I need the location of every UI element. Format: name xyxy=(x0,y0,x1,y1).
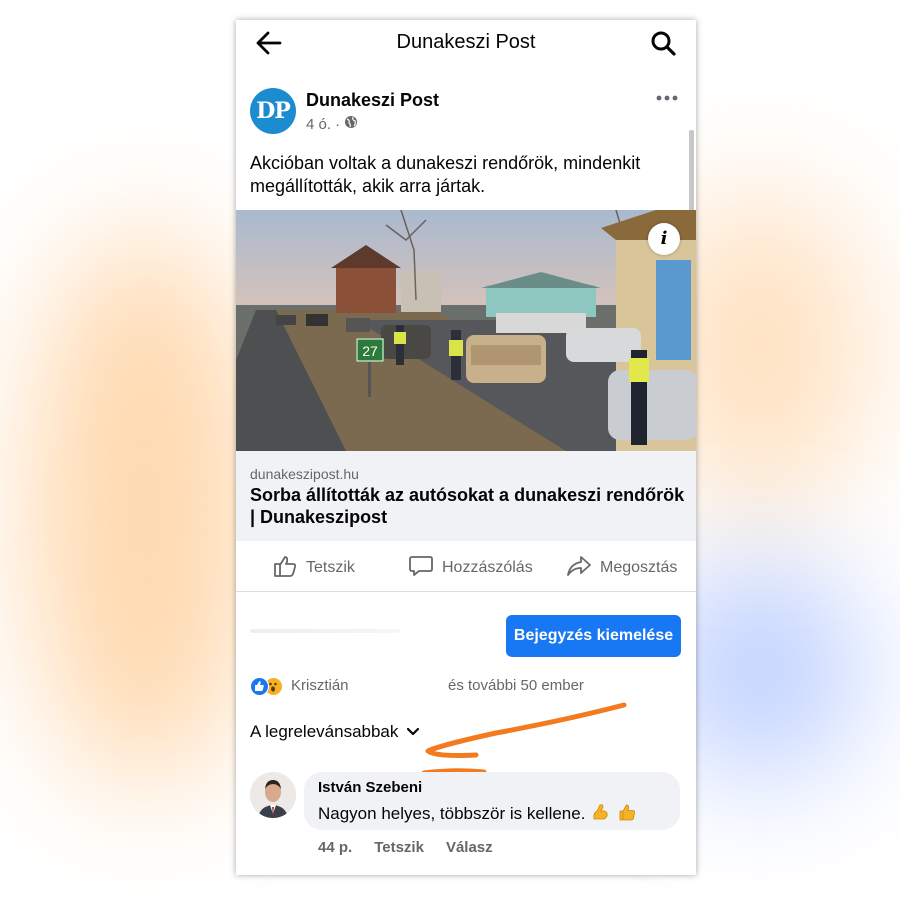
comment-text-row: Nagyon helyes, többször is kellene. xyxy=(318,802,637,827)
comment-meta: 44 p. Tetszik Válasz xyxy=(318,839,493,856)
comment: István Szebeni Nagyon helyes, többször i… xyxy=(250,772,690,872)
flexed-biceps-icon xyxy=(591,802,611,827)
page-title: Dunakeszi Post xyxy=(396,31,536,53)
chevron-down-icon xyxy=(406,722,420,742)
share-button[interactable]: Megosztás xyxy=(566,554,677,582)
link-title: Sorba állították az autósokat a dunakesz… xyxy=(250,485,685,527)
post-time[interactable]: 4 ó. · xyxy=(306,116,340,133)
comment-icon xyxy=(408,554,434,583)
comment-time[interactable]: 44 p. xyxy=(318,839,352,856)
like-label: Tetszik xyxy=(306,559,355,576)
comment-button[interactable]: Hozzászólás xyxy=(408,554,533,582)
comment-sort-dropdown[interactable]: A legrelevánsabbak xyxy=(250,720,420,744)
post-meta: 4 ó. · xyxy=(306,115,358,133)
boost-post-button[interactable]: Bejegyzés kiemelése xyxy=(506,615,681,657)
comment-reply-link[interactable]: Válasz xyxy=(446,839,493,856)
comment-like-link[interactable]: Tetszik xyxy=(374,839,424,856)
road-sign-number: 27 xyxy=(362,343,378,359)
insights-placeholder xyxy=(250,629,400,633)
avatar[interactable] xyxy=(250,772,296,818)
more-icon[interactable] xyxy=(652,88,682,108)
phone-screen: Dunakeszi Post DP Dunakeszi Post 4 ó. · … xyxy=(236,20,696,875)
commenter-name[interactable]: István Szebeni xyxy=(318,779,422,796)
post-header: DP Dunakeszi Post 4 ó. · xyxy=(250,88,682,138)
globe-icon xyxy=(344,115,358,133)
comment-label: Hozzászólás xyxy=(442,559,533,576)
post-image[interactable]: 27 xyxy=(236,209,696,451)
sort-label: A legrelevánsabbak xyxy=(250,722,399,741)
comment-bubble: István Szebeni Nagyon helyes, többször i… xyxy=(304,772,680,830)
reaction-name: Krisztián xyxy=(291,677,349,694)
thumbs-up-icon xyxy=(272,554,298,583)
reactions-summary[interactable]: Krisztián és további 50 ember xyxy=(250,674,690,698)
info-icon[interactable]: i xyxy=(648,223,680,255)
thumbs-up-emoji-icon xyxy=(617,802,637,827)
reaction-others: és további 50 ember xyxy=(448,677,584,694)
search-icon[interactable] xyxy=(648,29,678,57)
page-name[interactable]: Dunakeszi Post xyxy=(306,90,439,111)
promote-row: Bejegyzés kiemelése xyxy=(236,593,696,663)
post-text: Akcióban voltak a dunakeszi rendőrök, mi… xyxy=(250,153,641,196)
comment-text: Nagyon helyes, többször is kellene. xyxy=(318,804,586,823)
link-domain: dunakeszipost.hu xyxy=(250,466,359,482)
page-avatar[interactable]: DP xyxy=(250,88,296,134)
background-glow xyxy=(30,230,260,790)
share-icon xyxy=(566,554,592,583)
share-label: Megosztás xyxy=(600,559,678,576)
top-bar: Dunakeszi Post xyxy=(236,20,696,66)
like-reaction-icon xyxy=(250,677,269,696)
scrollbar[interactable] xyxy=(689,130,694,220)
link-preview[interactable]: dunakeszipost.hu Sorba állították az aut… xyxy=(236,451,696,541)
like-button[interactable]: Tetszik xyxy=(272,554,355,582)
action-bar: Tetszik Hozzászólás Megosztás xyxy=(236,542,696,592)
